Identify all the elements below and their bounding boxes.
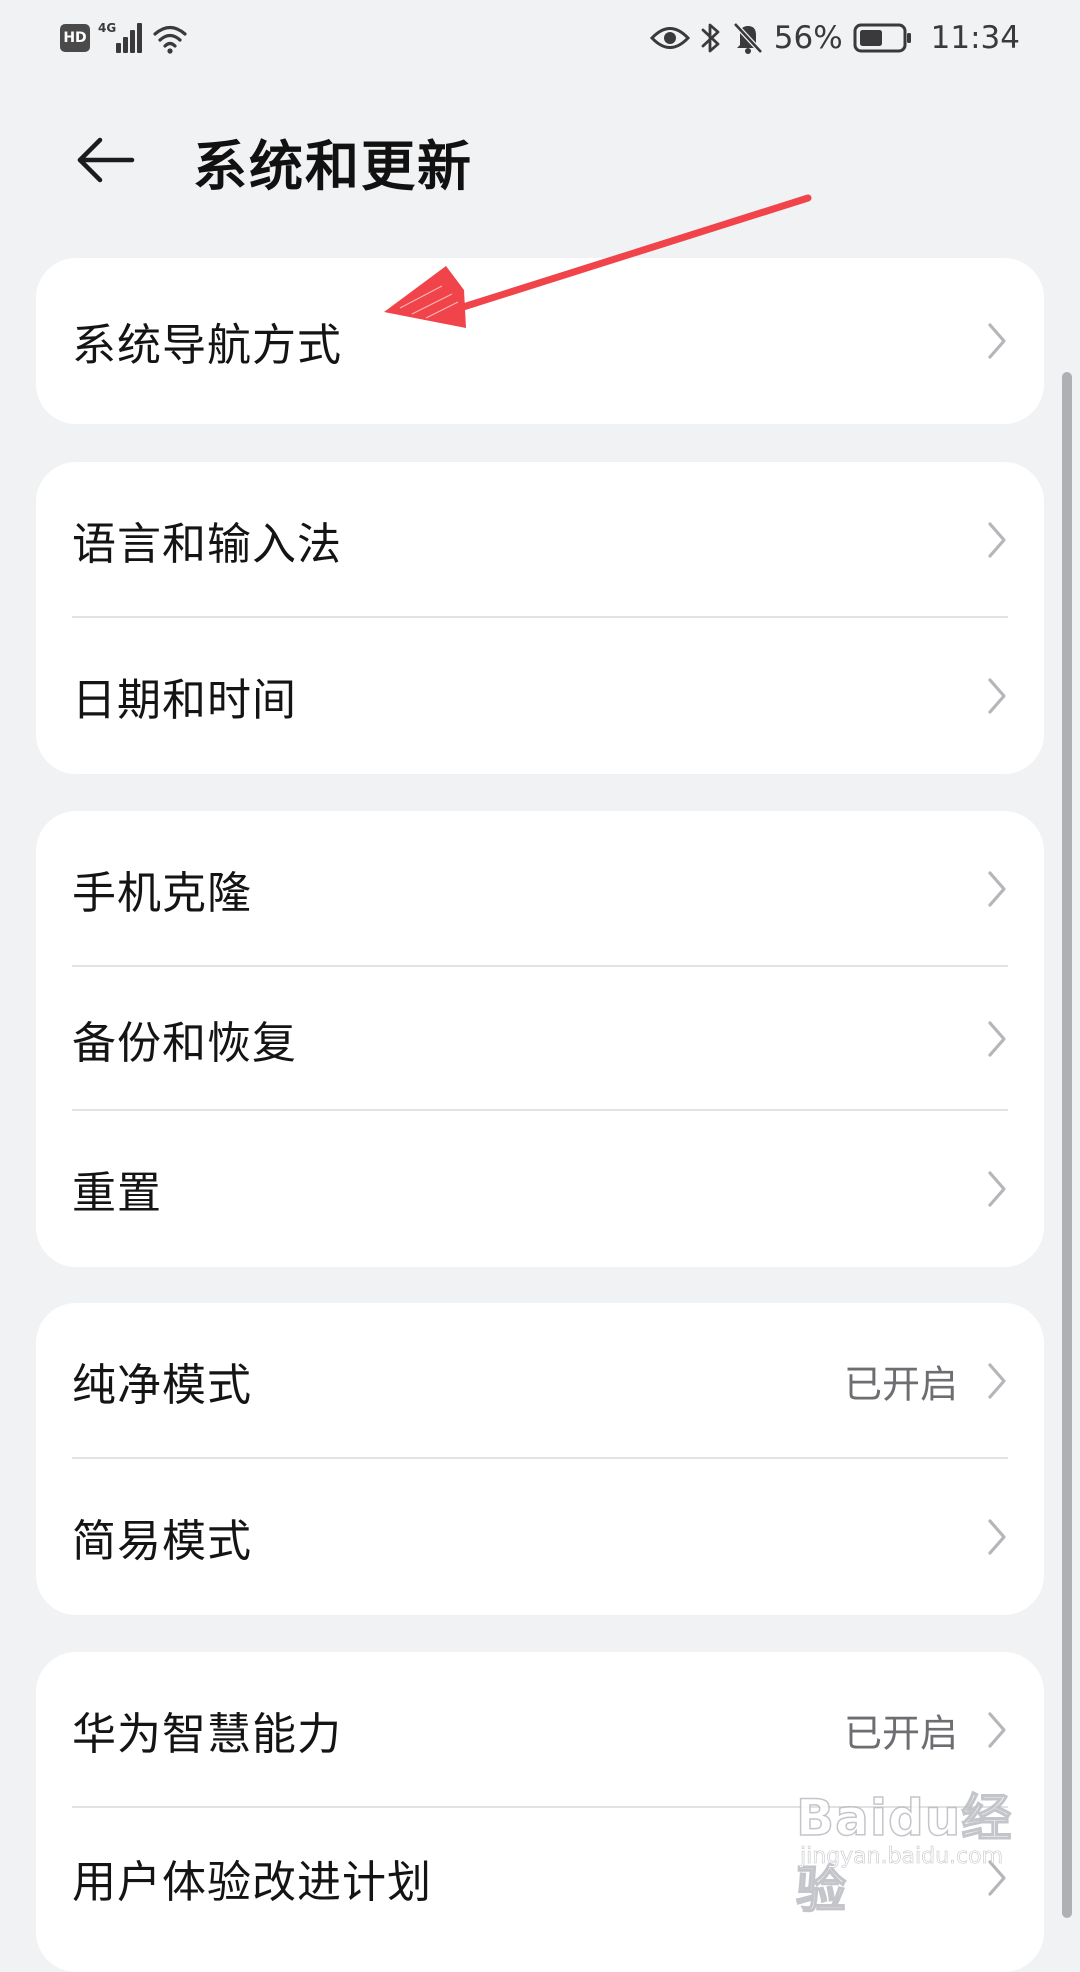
settings-group-language: 语言和输入法 日期和时间: [36, 462, 1044, 774]
settings-row-value: 已开启: [843, 1711, 958, 1756]
settings-row-system-navigation[interactable]: 系统导航方式: [36, 258, 1044, 424]
chevron-right-icon: [986, 520, 1008, 560]
status-left: HD 4G: [60, 16, 188, 60]
settings-row-reset[interactable]: 重置: [36, 1111, 1044, 1267]
settings-row-label: 简易模式: [72, 1516, 252, 1567]
settings-row-language-input[interactable]: 语言和输入法: [36, 462, 1044, 618]
settings-row-huawei-ai[interactable]: 华为智慧能力 已开启: [36, 1652, 1044, 1808]
settings-group-modes: 纯净模式 已开启 简易模式: [36, 1303, 1044, 1615]
settings-row-label: 重置: [72, 1168, 162, 1219]
chevron-right-icon: [986, 1361, 1008, 1401]
settings-row-simple-mode[interactable]: 简易模式: [36, 1459, 1044, 1615]
settings-row-label: 备份和恢复: [72, 1018, 297, 1069]
scrollbar[interactable]: [1062, 372, 1072, 1918]
settings-row-backup-restore[interactable]: 备份和恢复: [36, 967, 1044, 1111]
settings-row-value: 已开启: [843, 1362, 958, 1407]
network-label: 4G: [98, 21, 116, 35]
status-bar: HD 4G 56% 11:34: [0, 0, 1080, 80]
settings-group-navigation: 系统导航方式: [36, 258, 1044, 424]
chevron-right-icon: [986, 1019, 1008, 1059]
back-button[interactable]: [70, 128, 140, 192]
settings-group-backup: 手机克隆 备份和恢复 重置: [36, 811, 1044, 1267]
settings-row-label: 华为智慧能力: [72, 1709, 342, 1760]
status-right: 56% 11:34: [649, 14, 1020, 62]
chevron-right-icon: [986, 676, 1008, 716]
chevron-right-icon: [986, 1169, 1008, 1209]
chevron-right-icon: [986, 1710, 1008, 1750]
chevron-right-icon: [986, 1858, 1008, 1898]
chevron-right-icon: [986, 869, 1008, 909]
settings-row-label: 纯净模式: [72, 1360, 252, 1411]
chevron-right-icon: [986, 321, 1008, 361]
settings-row-label: 系统导航方式: [72, 320, 342, 371]
signal-icon: 4G: [98, 21, 142, 53]
settings-group-huawei: 华为智慧能力 已开启 用户体验改进计划: [36, 1652, 1044, 1972]
clock: 11:34: [930, 20, 1020, 56]
hd-badge: HD: [60, 24, 90, 52]
battery-fill: [859, 30, 882, 46]
settings-row-label: 语言和输入法: [72, 519, 342, 570]
settings-row-pure-mode[interactable]: 纯净模式 已开启: [36, 1303, 1044, 1459]
battery-percent: 56%: [773, 20, 843, 56]
bell-off-icon: [732, 22, 763, 54]
page-title: 系统和更新: [193, 135, 473, 198]
settings-row-user-experience[interactable]: 用户体验改进计划: [36, 1808, 1044, 1948]
settings-row-label: 日期和时间: [72, 675, 297, 726]
chevron-right-icon: [986, 1517, 1008, 1557]
eye-icon: [649, 27, 690, 49]
arrow-left-icon: [77, 137, 135, 183]
settings-row-label: 手机克隆: [72, 868, 252, 919]
app-header: 系统和更新: [0, 100, 1080, 220]
settings-row-date-time[interactable]: 日期和时间: [36, 618, 1044, 774]
bluetooth-icon: [701, 23, 720, 53]
wifi-icon: [153, 25, 187, 54]
settings-row-phone-clone[interactable]: 手机克隆: [36, 811, 1044, 967]
battery-icon: [853, 23, 911, 53]
settings-row-label: 用户体验改进计划: [72, 1857, 432, 1908]
